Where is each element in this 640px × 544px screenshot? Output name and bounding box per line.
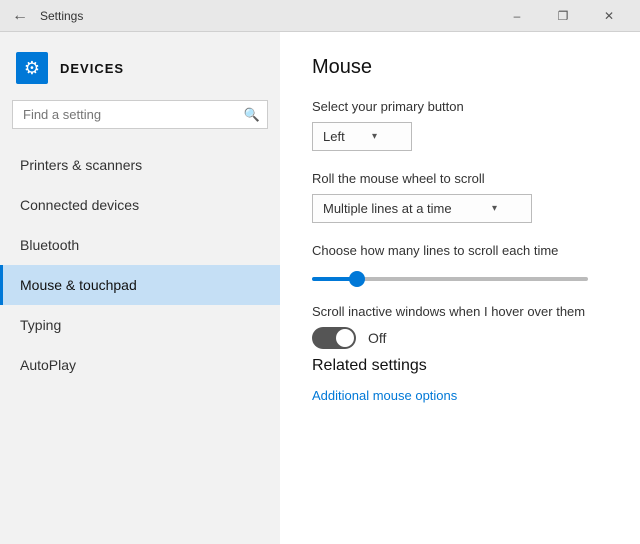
sidebar-item-printers[interactable]: Printers & scanners: [0, 145, 280, 185]
restore-button[interactable]: ❐: [540, 0, 586, 32]
search-container: 🔍: [12, 100, 268, 129]
chevron-down-icon-2: ▾: [492, 203, 497, 214]
page-title: Mouse: [312, 56, 608, 79]
back-button[interactable]: ←: [8, 4, 32, 28]
sidebar-title: DEVICES: [60, 61, 124, 76]
sidebar: ⚙ DEVICES 🔍 Printers & scanners Connecte…: [0, 32, 280, 544]
scroll-lines-slider-container: [312, 268, 608, 284]
primary-button-label: Select your primary button: [312, 99, 608, 114]
inactive-scroll-toggle-row: Off: [312, 327, 608, 349]
sidebar-item-typing[interactable]: Typing: [0, 305, 280, 345]
additional-mouse-options-link[interactable]: Additional mouse options: [312, 388, 457, 403]
scroll-wheel-label: Roll the mouse wheel to scroll: [312, 171, 608, 186]
devices-icon: ⚙: [16, 52, 48, 84]
content-panel: Mouse Select your primary button Left ▾ …: [280, 32, 640, 544]
scroll-lines-slider[interactable]: [312, 277, 588, 281]
chevron-down-icon: ▾: [372, 131, 377, 142]
sidebar-item-bluetooth[interactable]: Bluetooth: [0, 225, 280, 265]
primary-button-value: Left: [323, 129, 345, 144]
scroll-lines-label: Choose how many lines to scroll each tim…: [312, 243, 608, 258]
toggle-knob: [336, 329, 354, 347]
sidebar-item-mouse[interactable]: Mouse & touchpad: [0, 265, 280, 305]
search-input[interactable]: [12, 100, 268, 129]
main-layout: ⚙ DEVICES 🔍 Printers & scanners Connecte…: [0, 32, 640, 544]
titlebar: ← Settings – ❐ ✕: [0, 0, 640, 32]
inactive-scroll-toggle[interactable]: [312, 327, 356, 349]
window-controls: – ❐ ✕: [494, 0, 632, 32]
search-icon: 🔍: [244, 107, 260, 123]
minimize-button[interactable]: –: [494, 0, 540, 32]
window-title: Settings: [40, 9, 83, 23]
scroll-wheel-value: Multiple lines at a time: [323, 201, 452, 216]
scroll-wheel-dropdown[interactable]: Multiple lines at a time ▾: [312, 194, 532, 223]
toggle-state-label: Off: [368, 330, 386, 346]
sidebar-item-connected[interactable]: Connected devices: [0, 185, 280, 225]
related-settings-title: Related settings: [312, 357, 608, 375]
close-button[interactable]: ✕: [586, 0, 632, 32]
inactive-scroll-label: Scroll inactive windows when I hover ove…: [312, 304, 608, 319]
primary-button-dropdown[interactable]: Left ▾: [312, 122, 412, 151]
sidebar-item-autoplay[interactable]: AutoPlay: [0, 345, 280, 385]
sidebar-header: ⚙ DEVICES: [0, 32, 280, 100]
